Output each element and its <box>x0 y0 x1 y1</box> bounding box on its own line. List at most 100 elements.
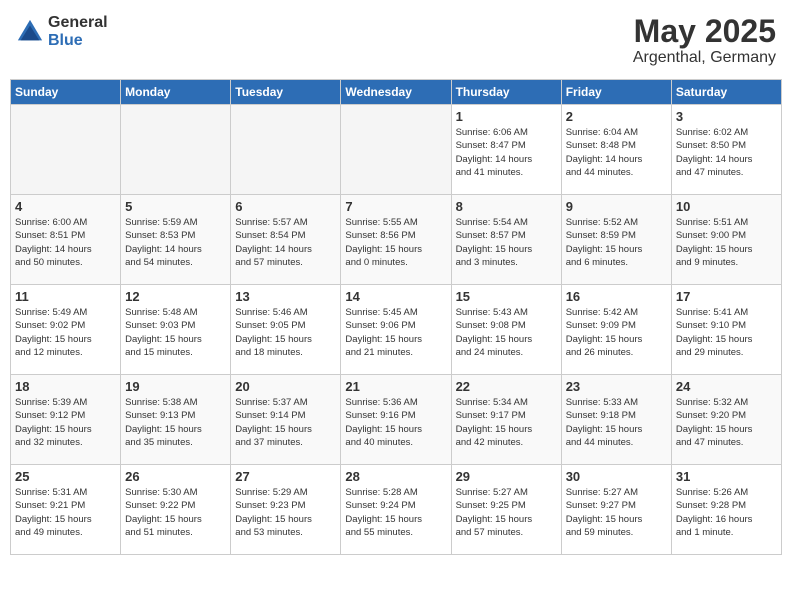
day-number: 4 <box>15 199 116 214</box>
title-block: May 2025 Argenthal, Germany <box>633 14 776 67</box>
day-info: Sunrise: 5:38 AM Sunset: 9:13 PM Dayligh… <box>125 396 226 449</box>
day-number: 8 <box>456 199 557 214</box>
day-number: 14 <box>345 289 446 304</box>
logo-general-text: General <box>48 14 108 32</box>
weekday-header-saturday: Saturday <box>671 80 781 105</box>
day-info: Sunrise: 5:52 AM Sunset: 8:59 PM Dayligh… <box>566 216 667 269</box>
day-number: 21 <box>345 379 446 394</box>
calendar-cell: 18 Sunrise: 5:39 AM Sunset: 9:12 PM Dayli… <box>11 375 121 465</box>
day-info: Sunrise: 5:39 AM Sunset: 9:12 PM Dayligh… <box>15 396 116 449</box>
calendar-cell: 7Sunrise: 5:55 AM Sunset: 8:56 PM Daylig… <box>341 195 451 285</box>
day-info: Sunrise: 5:30 AM Sunset: 9:22 PM Dayligh… <box>125 486 226 539</box>
day-info: Sunrise: 5:37 AM Sunset: 9:14 PM Dayligh… <box>235 396 336 449</box>
calendar-cell: 20Sunrise: 5:37 AM Sunset: 9:14 PM Dayli… <box>231 375 341 465</box>
day-number: 28 <box>345 469 446 484</box>
day-info: Sunrise: 5:28 AM Sunset: 9:24 PM Dayligh… <box>345 486 446 539</box>
logo-text: General Blue <box>48 14 108 49</box>
calendar-cell: 9 Sunrise: 5:52 AM Sunset: 8:59 PM Daylig… <box>561 195 671 285</box>
day-info: Sunrise: 5:27 AM Sunset: 9:25 PM Dayligh… <box>456 486 557 539</box>
day-info: Sunrise: 5:46 AM Sunset: 9:05 PM Dayligh… <box>235 306 336 359</box>
day-number: 6 <box>235 199 336 214</box>
day-number: 1 <box>456 109 557 124</box>
day-info: Sunrise: 5:59 AM Sunset: 8:53 PM Dayligh… <box>125 216 226 269</box>
day-info: Sunrise: 5:45 AM Sunset: 9:06 PM Dayligh… <box>345 306 446 359</box>
day-info: Sunrise: 5:49 AM Sunset: 9:02 PM Dayligh… <box>15 306 116 359</box>
calendar-cell: 10Sunrise: 5:51 AM Sunset: 9:00 PM Dayli… <box>671 195 781 285</box>
calendar-cell: 5 Sunrise: 5:59 AM Sunset: 8:53 PM Daylig… <box>121 195 231 285</box>
calendar-week-row: 25Sunrise: 5:31 AM Sunset: 9:21 PM Dayli… <box>11 465 782 555</box>
page-header: General Blue May 2025 Argenthal, Germany <box>10 10 782 71</box>
day-info: Sunrise: 6:04 AM Sunset: 8:48 PM Dayligh… <box>566 126 667 179</box>
weekday-header-monday: Monday <box>121 80 231 105</box>
day-number: 31 <box>676 469 777 484</box>
day-info: Sunrise: 5:51 AM Sunset: 9:00 PM Dayligh… <box>676 216 777 269</box>
calendar-cell: 12 Sunrise: 5:48 AM Sunset: 9:03 PM Dayli… <box>121 285 231 375</box>
calendar-cell: 1 Sunrise: 6:06 AM Sunset: 8:47 PM Daylig… <box>451 105 561 195</box>
calendar-cell: 31 Sunrise: 5:26 AM Sunset: 9:28 PM Dayli… <box>671 465 781 555</box>
calendar-cell: 28 Sunrise: 5:28 AM Sunset: 9:24 PM Dayli… <box>341 465 451 555</box>
day-number: 12 <box>125 289 226 304</box>
day-info: Sunrise: 5:34 AM Sunset: 9:17 PM Dayligh… <box>456 396 557 449</box>
day-info: Sunrise: 6:00 AM Sunset: 8:51 PM Dayligh… <box>15 216 116 269</box>
logo-icon <box>16 18 44 46</box>
weekday-header-thursday: Thursday <box>451 80 561 105</box>
day-number: 3 <box>676 109 777 124</box>
day-info: Sunrise: 5:57 AM Sunset: 8:54 PM Dayligh… <box>235 216 336 269</box>
calendar-cell: 14 Sunrise: 5:45 AM Sunset: 9:06 PM Dayli… <box>341 285 451 375</box>
calendar-cell: 23 Sunrise: 5:33 AM Sunset: 9:18 PM Dayli… <box>561 375 671 465</box>
calendar-cell: 24 Sunrise: 5:32 AM Sunset: 9:20 PM Dayli… <box>671 375 781 465</box>
day-number: 13 <box>235 289 336 304</box>
calendar-cell: 25Sunrise: 5:31 AM Sunset: 9:21 PM Dayli… <box>11 465 121 555</box>
calendar-cell: 27 Sunrise: 5:29 AM Sunset: 9:23 PM Dayli… <box>231 465 341 555</box>
calendar-cell: 11Sunrise: 5:49 AM Sunset: 9:02 PM Dayli… <box>11 285 121 375</box>
day-number: 15 <box>456 289 557 304</box>
calendar-cell: 13 Sunrise: 5:46 AM Sunset: 9:05 PM Dayli… <box>231 285 341 375</box>
day-number: 2 <box>566 109 667 124</box>
calendar-week-row: 1 Sunrise: 6:06 AM Sunset: 8:47 PM Daylig… <box>11 105 782 195</box>
calendar-cell: 26 Sunrise: 5:30 AM Sunset: 9:22 PM Dayli… <box>121 465 231 555</box>
day-info: Sunrise: 5:27 AM Sunset: 9:27 PM Dayligh… <box>566 486 667 539</box>
weekday-header-row: SundayMondayTuesdayWednesdayThursdayFrid… <box>11 80 782 105</box>
calendar-cell: 17 Sunrise: 5:41 AM Sunset: 9:10 PM Dayli… <box>671 285 781 375</box>
day-info: Sunrise: 6:02 AM Sunset: 8:50 PM Dayligh… <box>676 126 777 179</box>
day-info: Sunrise: 5:33 AM Sunset: 9:18 PM Dayligh… <box>566 396 667 449</box>
day-number: 5 <box>125 199 226 214</box>
calendar-week-row: 4 Sunrise: 6:00 AM Sunset: 8:51 PM Daylig… <box>11 195 782 285</box>
calendar-cell <box>341 105 451 195</box>
calendar-week-row: 18 Sunrise: 5:39 AM Sunset: 9:12 PM Dayli… <box>11 375 782 465</box>
day-number: 23 <box>566 379 667 394</box>
day-number: 24 <box>676 379 777 394</box>
day-info: Sunrise: 5:29 AM Sunset: 9:23 PM Dayligh… <box>235 486 336 539</box>
day-info: Sunrise: 5:41 AM Sunset: 9:10 PM Dayligh… <box>676 306 777 359</box>
day-number: 22 <box>456 379 557 394</box>
day-info: Sunrise: 5:32 AM Sunset: 9:20 PM Dayligh… <box>676 396 777 449</box>
calendar-cell: 6 Sunrise: 5:57 AM Sunset: 8:54 PM Daylig… <box>231 195 341 285</box>
day-number: 29 <box>456 469 557 484</box>
calendar-cell <box>121 105 231 195</box>
weekday-header-tuesday: Tuesday <box>231 80 341 105</box>
calendar-cell: 16Sunrise: 5:42 AM Sunset: 9:09 PM Dayli… <box>561 285 671 375</box>
day-info: Sunrise: 5:26 AM Sunset: 9:28 PM Dayligh… <box>676 486 777 539</box>
day-number: 25 <box>15 469 116 484</box>
calendar-cell: 15Sunrise: 5:43 AM Sunset: 9:08 PM Dayli… <box>451 285 561 375</box>
day-info: Sunrise: 5:54 AM Sunset: 8:57 PM Dayligh… <box>456 216 557 269</box>
calendar-cell <box>11 105 121 195</box>
weekday-header-wednesday: Wednesday <box>341 80 451 105</box>
calendar-week-row: 11Sunrise: 5:49 AM Sunset: 9:02 PM Dayli… <box>11 285 782 375</box>
day-number: 19 <box>125 379 226 394</box>
day-info: Sunrise: 5:42 AM Sunset: 9:09 PM Dayligh… <box>566 306 667 359</box>
calendar-cell: 2 Sunrise: 6:04 AM Sunset: 8:48 PM Daylig… <box>561 105 671 195</box>
day-info: Sunrise: 6:06 AM Sunset: 8:47 PM Dayligh… <box>456 126 557 179</box>
calendar-cell <box>231 105 341 195</box>
day-number: 9 <box>566 199 667 214</box>
day-number: 27 <box>235 469 336 484</box>
day-number: 18 <box>15 379 116 394</box>
calendar-cell: 29 Sunrise: 5:27 AM Sunset: 9:25 PM Dayli… <box>451 465 561 555</box>
calendar-cell: 21Sunrise: 5:36 AM Sunset: 9:16 PM Dayli… <box>341 375 451 465</box>
day-info: Sunrise: 5:48 AM Sunset: 9:03 PM Dayligh… <box>125 306 226 359</box>
day-number: 26 <box>125 469 226 484</box>
day-number: 30 <box>566 469 667 484</box>
weekday-header-sunday: Sunday <box>11 80 121 105</box>
calendar-cell: 19 Sunrise: 5:38 AM Sunset: 9:13 PM Dayli… <box>121 375 231 465</box>
day-number: 17 <box>676 289 777 304</box>
